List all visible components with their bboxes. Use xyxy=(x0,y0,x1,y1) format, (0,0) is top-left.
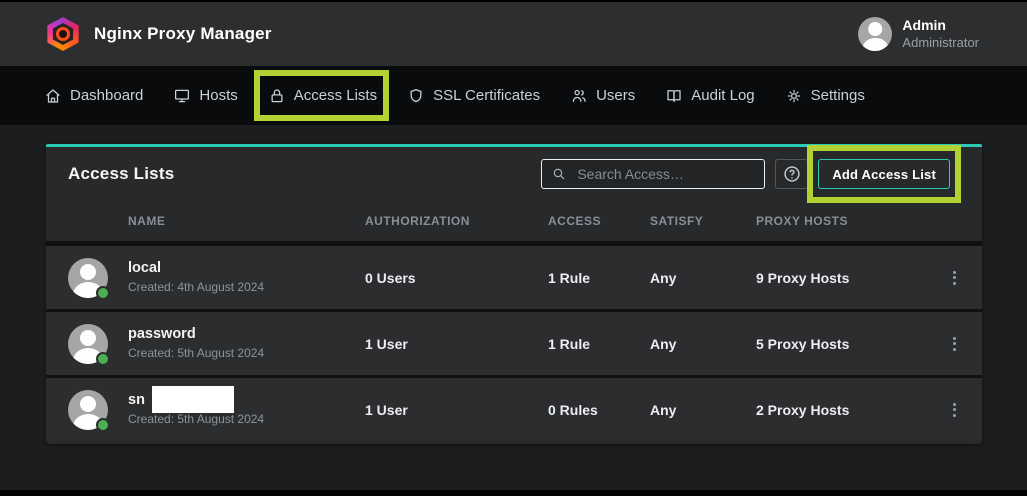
app-title: Nginx Proxy Manager xyxy=(94,24,272,44)
table-row: password Created: 5th August 2024 1 User… xyxy=(46,312,982,378)
access-lists-panel: Access Lists Add Access List NAME AUTHOR… xyxy=(46,144,982,444)
help-circle-icon xyxy=(782,164,802,184)
column-header-satisfy: SATISFY xyxy=(650,214,756,228)
status-online-dot xyxy=(96,286,110,300)
shield-icon xyxy=(407,87,425,105)
satisfy-cell: Any xyxy=(650,270,756,286)
satisfy-cell: Any xyxy=(650,402,756,418)
satisfy-cell: Any xyxy=(650,336,756,352)
header-bar: Nginx Proxy Manager Admin Administrator xyxy=(0,2,1027,66)
nav-item-hosts[interactable]: Hosts xyxy=(173,87,237,105)
home-icon xyxy=(44,87,62,105)
user-menu[interactable]: Admin Administrator xyxy=(858,17,979,51)
access-list-name: local xyxy=(128,261,365,277)
proxy-hosts-cell: 9 Proxy Hosts xyxy=(756,270,926,286)
column-header-name: NAME xyxy=(128,214,365,228)
column-header-proxy-hosts: PROXY HOSTS xyxy=(756,214,926,228)
status-online-dot xyxy=(96,418,110,432)
add-access-list-button[interactable]: Add Access List xyxy=(818,159,950,189)
nav-item-users[interactable]: Users xyxy=(570,87,635,105)
panel-header: Access Lists Add Access List xyxy=(46,147,982,201)
gear-icon xyxy=(785,87,803,105)
table-row: sn Created: 5th August 2024 1 User 0 Rul… xyxy=(46,378,982,441)
created-date: Created: 5th August 2024 xyxy=(128,347,365,360)
access-cell: 1 Rule xyxy=(548,270,650,286)
row-avatar xyxy=(68,324,108,364)
access-cell: 0 Rules xyxy=(548,402,650,418)
window-bottom-edge xyxy=(0,490,1027,496)
created-date: Created: 4th August 2024 xyxy=(128,281,365,294)
authorization-cell: 1 User xyxy=(365,336,548,352)
proxy-hosts-cell: 5 Proxy Hosts xyxy=(756,336,926,352)
table-header-row: NAME AUTHORIZATION ACCESS SATISFY PROXY … xyxy=(46,201,982,246)
created-date: Created: 5th August 2024 xyxy=(128,413,365,426)
access-list-name: password xyxy=(128,327,365,343)
book-icon xyxy=(665,87,683,105)
redaction-box xyxy=(152,386,234,413)
row-menu-kebab-icon[interactable] xyxy=(949,267,960,289)
row-menu-kebab-icon[interactable] xyxy=(949,399,960,421)
column-header-authorization: AUTHORIZATION xyxy=(365,214,548,228)
row-avatar xyxy=(68,258,108,298)
authorization-cell: 0 Users xyxy=(365,270,548,286)
row-avatar xyxy=(68,390,108,430)
nav-item-audit-log[interactable]: Audit Log xyxy=(665,87,754,105)
monitor-icon xyxy=(173,87,191,105)
page-title: Access Lists xyxy=(68,164,174,184)
app-logo-icon xyxy=(46,17,80,51)
status-online-dot xyxy=(96,352,110,366)
table-row: local Created: 4th August 2024 0 Users 1… xyxy=(46,246,982,312)
user-avatar xyxy=(858,17,892,51)
search-icon xyxy=(551,166,567,182)
user-role: Administrator xyxy=(902,35,979,51)
user-name: Admin xyxy=(902,17,979,35)
column-header-access: ACCESS xyxy=(548,214,650,228)
help-button[interactable] xyxy=(775,159,808,189)
lock-icon xyxy=(268,87,286,105)
nav-item-settings[interactable]: Settings xyxy=(785,87,865,105)
proxy-hosts-cell: 2 Proxy Hosts xyxy=(756,402,926,418)
users-icon xyxy=(570,87,588,105)
table-body: local Created: 4th August 2024 0 Users 1… xyxy=(46,246,982,441)
nav-item-dashboard[interactable]: Dashboard xyxy=(44,87,143,105)
access-cell: 1 Rule xyxy=(548,336,650,352)
search-box xyxy=(541,159,765,189)
search-input[interactable] xyxy=(575,165,755,183)
main-nav: Dashboard Hosts Access Lists SSL Certifi… xyxy=(0,66,1027,125)
nav-item-ssl-certificates[interactable]: SSL Certificates xyxy=(407,87,540,105)
row-menu-kebab-icon[interactable] xyxy=(949,333,960,355)
authorization-cell: 1 User xyxy=(365,402,548,418)
nav-item-access-lists[interactable]: Access Lists xyxy=(268,87,377,105)
